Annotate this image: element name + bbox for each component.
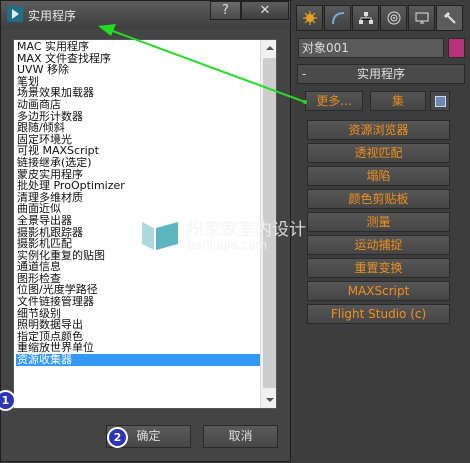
list-item[interactable]: 照明数据导出 <box>16 319 260 331</box>
display-tab[interactable] <box>408 5 435 31</box>
list-item[interactable]: MAX 文件查找程序 <box>16 53 260 65</box>
create-icon <box>303 11 317 25</box>
motion-tab[interactable] <box>380 5 407 31</box>
list-item[interactable]: 笔划 <box>16 76 260 88</box>
list-item[interactable]: MAC 实用程序 <box>16 41 260 53</box>
utilities-rollout-header[interactable]: - 实用程序 <box>297 64 465 84</box>
watermark-url: banjiajia.com <box>187 238 268 252</box>
list-item-selected[interactable]: 资源收集器 <box>16 354 260 366</box>
sets-button[interactable]: 集 <box>370 91 426 111</box>
perspective-match-button[interactable]: 透视匹配 <box>307 143 450 163</box>
scroll-down-arrow-icon[interactable] <box>261 391 276 408</box>
command-panel: 对象001 - 实用程序 更多... 集 资源浏览器 透视匹配 塌陷 颜色剪贴板… <box>292 0 470 463</box>
list-item[interactable]: 清理多维材质 <box>16 192 260 204</box>
rollout-collapse-icon: - <box>302 67 307 81</box>
list-item[interactable]: 位图/光度学路径 <box>16 284 260 296</box>
list-item[interactable]: 固定环境光 <box>16 134 260 146</box>
create-tab[interactable] <box>296 5 323 31</box>
flight-studio-button[interactable]: Flight Studio (c) <box>307 304 450 324</box>
list-item[interactable]: 通道信息 <box>16 261 260 273</box>
modify-icon <box>332 12 345 25</box>
list-item[interactable]: 批处理 ProOptimizer <box>16 180 260 192</box>
collapse-button[interactable]: 塌陷 <box>307 166 450 186</box>
watermark-text: 扮家家室内设计 <box>187 220 306 240</box>
list-item[interactable]: 蒙皮实用程序 <box>16 169 260 181</box>
motion-capture-button[interactable]: 运动捕捉 <box>307 235 450 255</box>
dialog-title: 实用程序 <box>28 9 77 23</box>
list-item[interactable]: 链接继承(选定) <box>16 157 260 169</box>
list-item[interactable]: 图形检查 <box>16 273 260 285</box>
list-item[interactable]: 动画商店 <box>16 99 260 111</box>
utilities-list: MAC 实用程序 MAX 文件查找程序 UVW 移除 笔划 场景效果加载器 动画商店 多边形… <box>16 41 260 366</box>
list-item[interactable]: 多边形计数器 <box>16 111 260 123</box>
hierarchy-tab[interactable] <box>352 5 379 31</box>
list-item[interactable]: 指定顶点颜色 <box>16 331 260 343</box>
cancel-button[interactable]: 取消 <box>203 425 278 448</box>
motion-icon <box>387 11 401 25</box>
more-button[interactable]: 更多... <box>305 91 363 111</box>
measure-button[interactable]: 测量 <box>307 212 450 232</box>
configure-button-sets-icon[interactable] <box>430 91 450 111</box>
list-item[interactable]: 可视 MAXScript <box>16 145 260 157</box>
color-clipboard-button[interactable]: 颜色剪贴板 <box>307 189 450 209</box>
help-button[interactable]: ? <box>210 1 241 20</box>
list-item[interactable]: 场景效果加载器 <box>16 87 260 99</box>
list-item[interactable]: 文件链接管理器 <box>16 296 260 308</box>
reset-xform-button[interactable]: 重置变换 <box>307 258 450 278</box>
object-color-swatch[interactable] <box>448 38 465 58</box>
list-item[interactable]: UVW 移除 <box>16 64 260 76</box>
step-2-badge: 2 <box>107 427 128 448</box>
app-logo-icon <box>7 6 23 22</box>
utilities-tab[interactable] <box>436 5 463 31</box>
watermark-logo-icon <box>142 222 178 250</box>
scroll-up-arrow-icon[interactable] <box>261 40 276 57</box>
hierarchy-icon <box>359 12 373 24</box>
utilities-icon <box>444 12 456 24</box>
list-item[interactable]: 细节级别 <box>16 308 260 320</box>
list-item[interactable]: 重缩放世界单位 <box>16 342 260 354</box>
modify-tab[interactable] <box>324 5 351 31</box>
display-icon <box>415 12 429 24</box>
maxscript-button[interactable]: MAXScript <box>307 281 450 301</box>
rollout-title: 实用程序 <box>356 67 405 81</box>
list-item[interactable]: 跟随/倾斜 <box>16 122 260 134</box>
asset-browser-button[interactable]: 资源浏览器 <box>307 120 450 140</box>
list-item[interactable]: 曲面近似 <box>16 203 260 215</box>
close-button[interactable]: ✕ <box>241 1 289 20</box>
object-name-field[interactable]: 对象001 <box>298 38 444 58</box>
